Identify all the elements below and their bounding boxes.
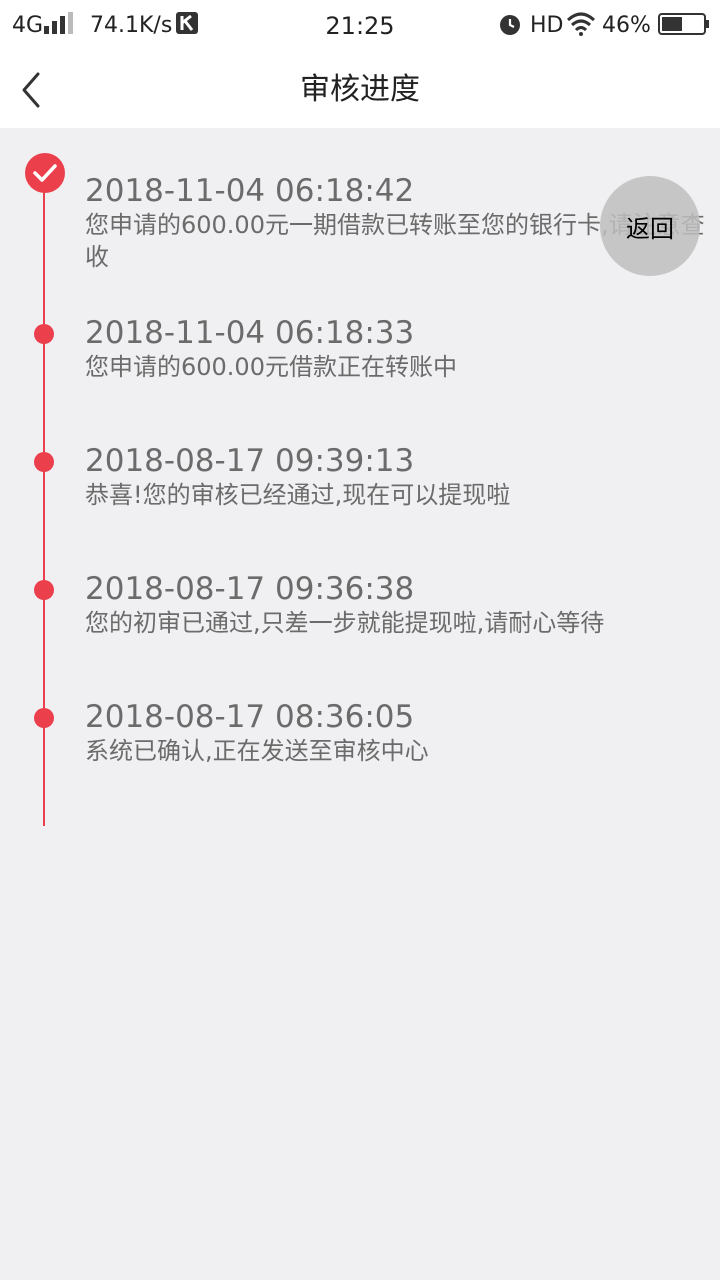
entry-timestamp: 2018-11-04 06:18:33	[85, 315, 415, 351]
entry-message: 系统已确认,正在发送至审核中心	[85, 737, 429, 765]
alarm-icon	[498, 12, 522, 44]
page-title: 审核进度	[300, 72, 420, 107]
entry-timestamp: 2018-08-17 08:36:05	[85, 699, 415, 735]
check-circle-icon	[25, 153, 65, 193]
timeline-entry: 2018-08-17 09:39:13 恭喜!您的审核已经通过,现在可以提现啦	[85, 443, 705, 511]
timeline-entry: 2018-08-17 09:36:38 您的初审已通过,只差一步就能提现啦,请耐…	[85, 571, 705, 639]
timeline-dot	[34, 452, 54, 472]
entry-timestamp: 2018-08-17 09:39:13	[85, 443, 415, 479]
header-bar: 审核进度	[0, 52, 720, 128]
timeline-entry: 2018-08-17 08:36:05 系统已确认,正在发送至审核中心	[85, 699, 705, 767]
timeline-entry: 2018-11-04 06:18:33 您申请的600.00元借款正在转账中	[85, 315, 705, 383]
timeline-dot	[34, 708, 54, 728]
entry-message: 您申请的600.00元借款正在转账中	[85, 353, 457, 381]
battery-icon	[658, 12, 710, 44]
status-bar: 4G 74.1K/s 21:25 HD 46%	[0, 0, 720, 52]
entry-message: 您的初审已通过,只差一步就能提现啦,请耐心等待	[85, 609, 605, 637]
return-button-label: 返回	[626, 214, 674, 243]
battery-percent: 46%	[602, 13, 651, 38]
timeline-dot	[34, 580, 54, 600]
timeline-dot	[34, 324, 54, 344]
timeline-line	[43, 176, 45, 826]
floating-return-button[interactable]: 返回	[600, 176, 700, 276]
entry-timestamp: 2018-08-17 09:36:38	[85, 571, 415, 607]
hd-indicator: HD	[530, 13, 564, 38]
entry-message: 恭喜!您的审核已经通过,现在可以提现啦	[85, 481, 511, 509]
wifi-icon	[566, 12, 596, 44]
